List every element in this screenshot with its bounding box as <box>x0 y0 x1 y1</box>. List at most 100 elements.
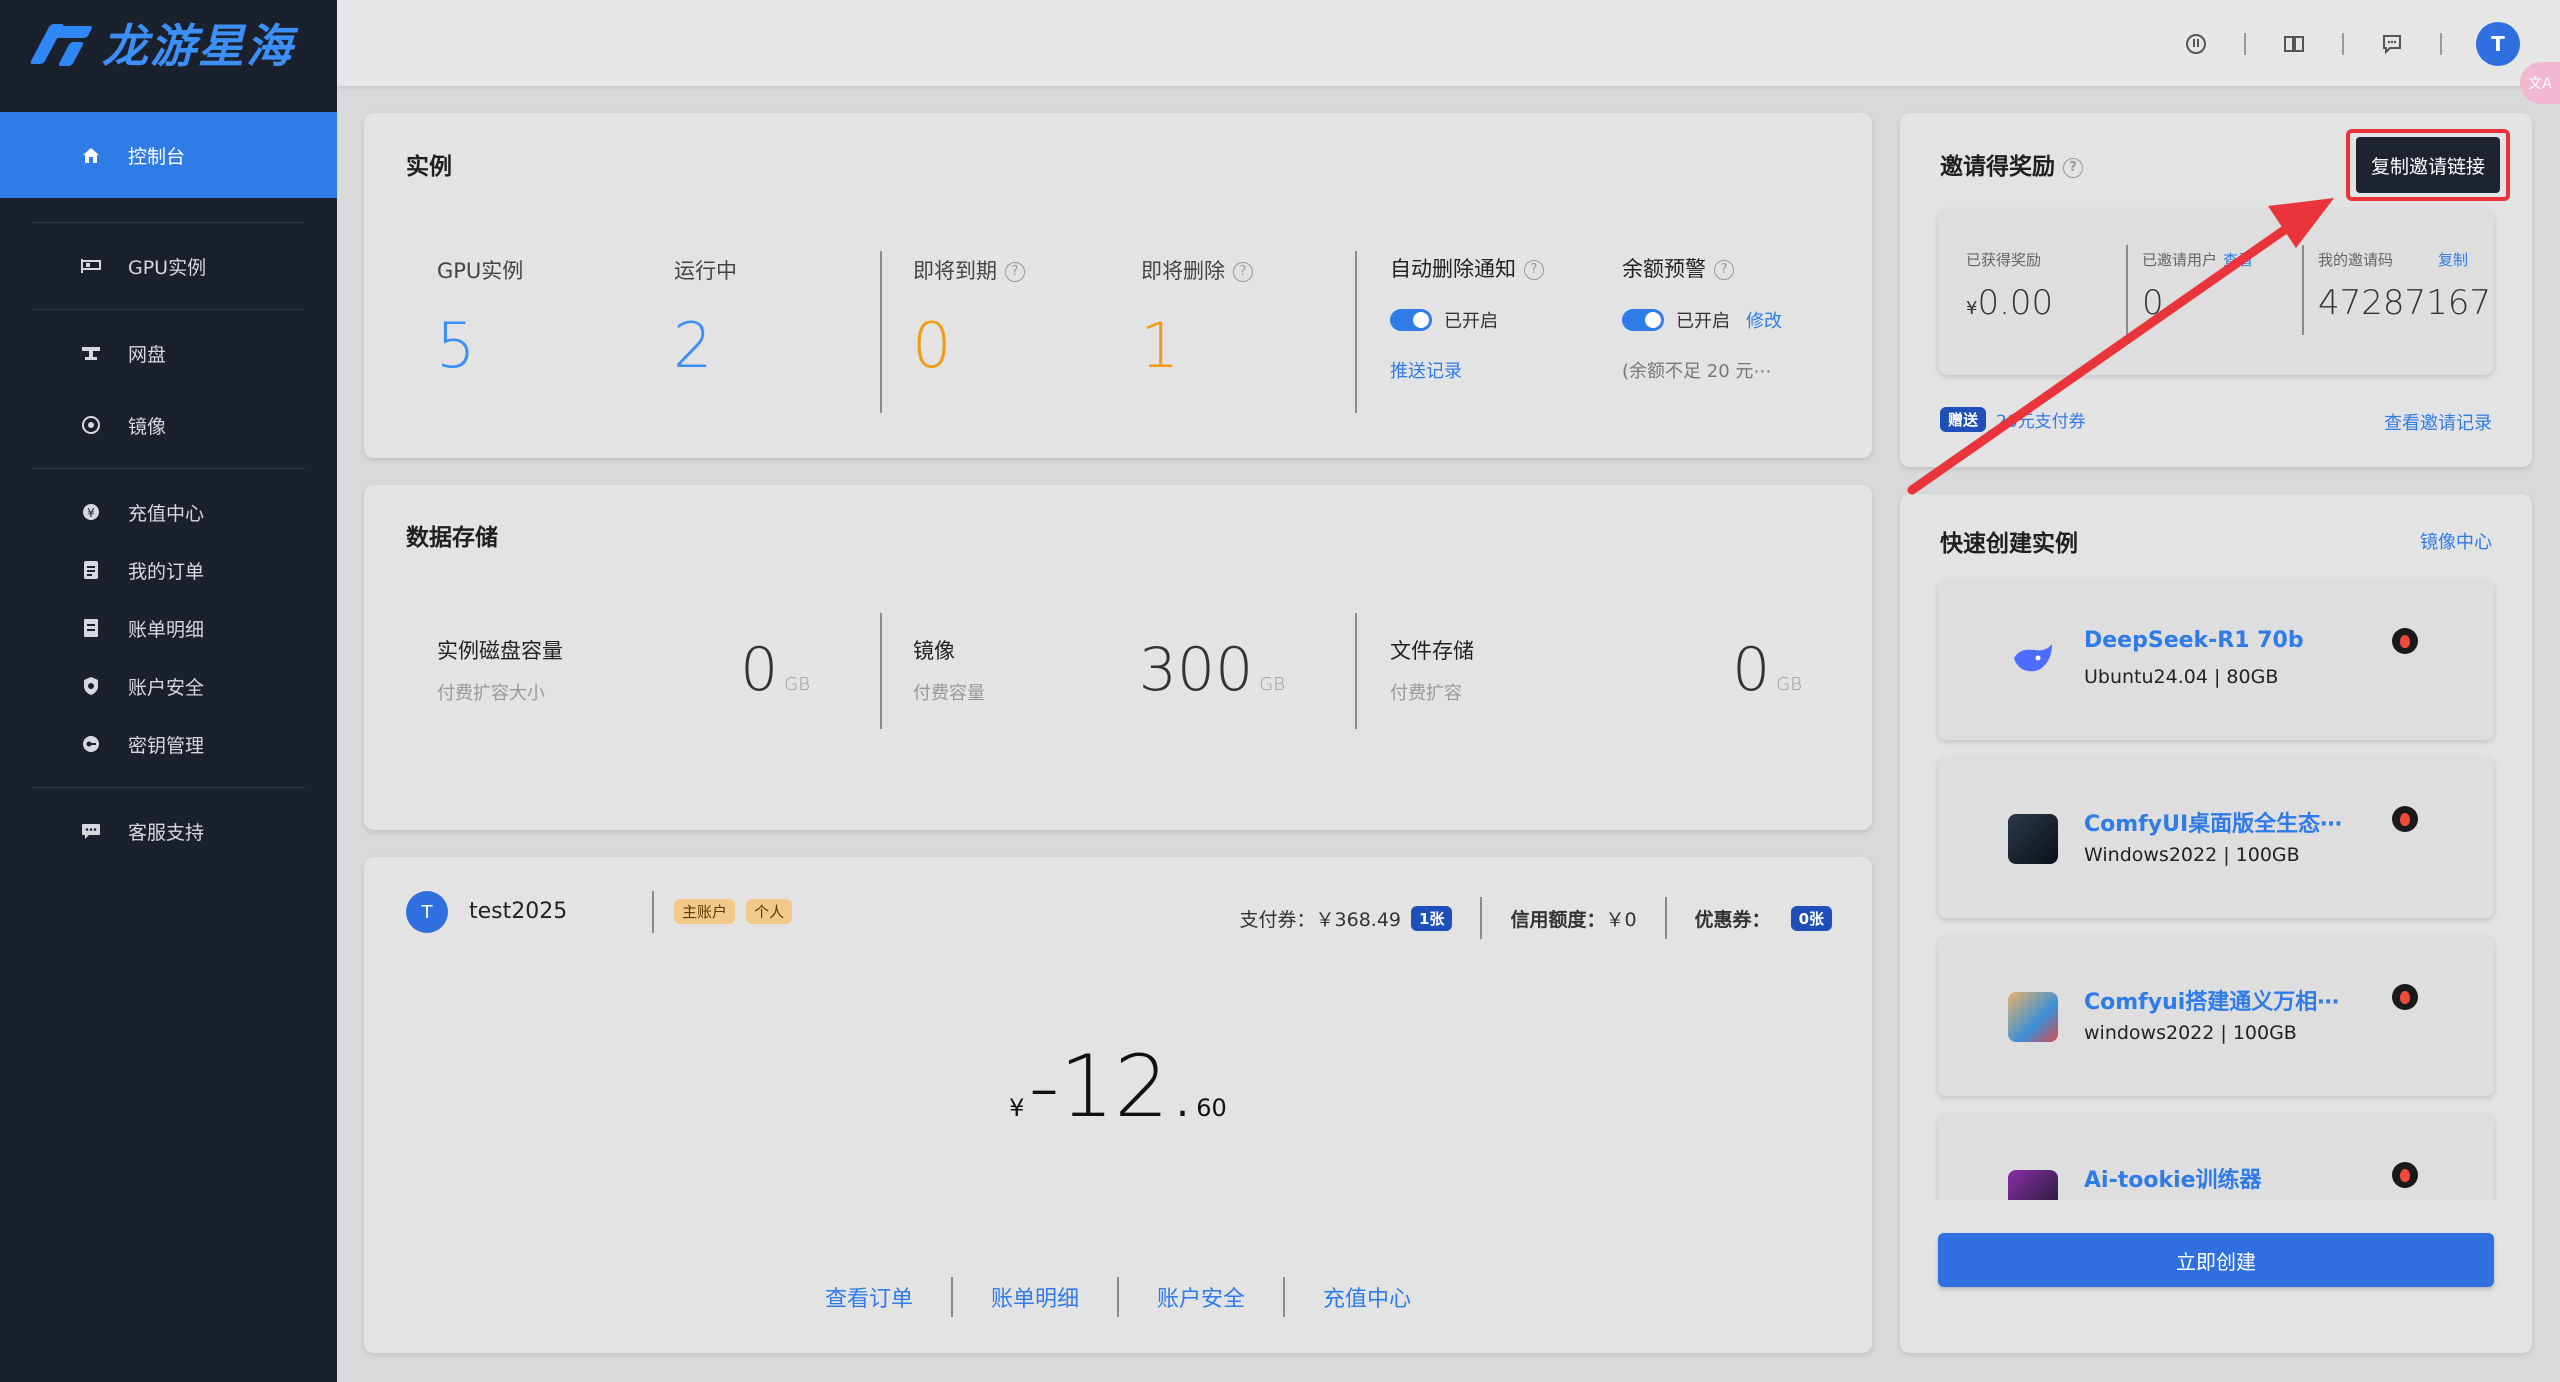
header-divider <box>2342 33 2344 55</box>
invite-code-label: 我的邀请码 <box>2318 251 2394 269</box>
storage-divider <box>1355 613 1357 729</box>
balance-warn-toggle[interactable] <box>1622 309 1664 331</box>
sidebar-item-support[interactable]: 客服支持 <box>0 788 337 874</box>
storage-card: 数据存储 实例磁盘容量 付费扩容大小 0 GB 镜像 付费容量 300 GB 文件存… <box>364 485 1872 830</box>
gpu-instances-label: GPU实例 <box>437 259 524 283</box>
discount-label: 优惠券： <box>1694 908 1771 931</box>
gift-text: 20元支付券 <box>1996 412 2086 432</box>
user-avatar[interactable]: T <box>2476 22 2520 66</box>
view-orders-link[interactable]: 查看订单 <box>787 1281 951 1313</box>
translate-icon[interactable]: 文A <box>2520 62 2560 104</box>
mirror-center-link[interactable]: 镜像中心 <box>2420 528 2492 554</box>
gpu-instances-value[interactable]: 5 <box>436 309 475 382</box>
top-header: T <box>337 0 2560 86</box>
account-assets: 支付券： ￥368.49 1张 信用额度： ￥0 优惠券： 0张 <box>1239 897 1832 939</box>
logo-icon <box>29 18 94 68</box>
credit-value: ￥0 <box>1605 908 1637 931</box>
balance-note: (余额不足 20 元⋯ <box>1622 361 1772 382</box>
discount-count-badge[interactable]: 0张 <box>1790 905 1832 931</box>
help-icon[interactable] <box>2182 30 2210 58</box>
auto-delete-label: 自动删除通知? <box>1390 253 1544 283</box>
quick-create-item[interactable]: ComfyUI桌面版全生态⋯ Windows2022 | 100GB <box>1938 758 2494 918</box>
account-card: T test2025 主账户 个人 支付券： ￥368.49 1张 信用额度： … <box>364 857 1872 1353</box>
question-icon[interactable]: ? <box>1524 260 1544 280</box>
reward-label: 已获得奖励 <box>1966 251 2042 269</box>
bill-details-link[interactable]: 账单明细 <box>953 1281 1117 1313</box>
invite-title: 邀请得奖励? <box>1940 147 2083 181</box>
sidebar-item-keys[interactable]: 密钥管理 <box>0 701 337 787</box>
account-divider <box>652 891 654 933</box>
instances-card: 实例 GPU实例 5 运行中 2 即将到期? 0 即将删除? 1 自动删除通知?… <box>364 113 1872 458</box>
sidebar-item-image[interactable]: 镜像 <box>0 382 337 468</box>
modify-link[interactable]: 修改 <box>1746 307 1782 333</box>
recharge-icon: ¥ <box>80 501 102 523</box>
deepseek-icon <box>2014 644 2052 672</box>
running-label: 运行中 <box>674 259 737 283</box>
gift-row: 赠送 20元支付券 <box>1940 407 2086 432</box>
invite-record-link[interactable]: 查看邀请记录 <box>2384 409 2492 435</box>
book-icon[interactable] <box>2280 30 2308 58</box>
bill-icon <box>80 617 102 639</box>
personal-badge: 个人 <box>746 899 793 924</box>
file-storage-sub: 付费扩容 <box>1390 683 1462 704</box>
invited-value: 0 <box>2142 283 2164 323</box>
expiring-value[interactable]: 0 <box>912 309 951 382</box>
fire-icon <box>2392 806 2418 832</box>
question-icon[interactable]: ? <box>1714 260 1734 280</box>
question-icon[interactable]: ? <box>1005 262 1025 282</box>
account-avatar: T <box>406 891 448 933</box>
asset-divider <box>1664 897 1667 939</box>
reward-value: ¥0.00 <box>1966 283 2054 323</box>
copy-code-link[interactable]: 复制 <box>2438 249 2468 270</box>
sidebar-item-console[interactable]: 控制台 <box>0 112 337 198</box>
question-icon[interactable]: ? <box>1233 262 1253 282</box>
file-storage-value: 0 GB <box>1732 635 1802 705</box>
balance-warn-label: 余额预警? <box>1622 253 1734 283</box>
quick-create-item[interactable]: Comfyui搭建通义万相⋯ windows2022 | 100GB <box>1938 936 2494 1096</box>
invite-stats-box: 已获得奖励 ¥0.00 已邀请用户 查看 0 我的邀请码 复制 47287167 <box>1938 209 2494 375</box>
coupon-label: 支付券： <box>1239 908 1316 931</box>
account-links: 查看订单 账单明细 账户安全 充值中心 <box>364 1277 1872 1317</box>
sidebar-item-gpu[interactable]: GPU实例 <box>0 223 337 309</box>
coupon-value: ￥368.49 <box>1315 908 1401 931</box>
comfyui-thumbnail <box>2008 814 2058 864</box>
order-icon <box>80 559 102 581</box>
invite-code-value: 47287167 <box>2318 283 2492 323</box>
deleting-value[interactable]: 1 <box>1140 309 1179 382</box>
invite-divider <box>2126 245 2128 335</box>
header-divider <box>2440 33 2442 55</box>
account-security-link[interactable]: 账户安全 <box>1119 1281 1283 1313</box>
expiring-label: 即将到期? <box>913 255 1025 285</box>
quick-create-item[interactable]: Ai-tookie训练器 <box>1938 1114 2494 1200</box>
create-now-button[interactable]: 立即创建 <box>1938 1233 2494 1287</box>
quick-create-item[interactable]: DeepSeek-R1 70b Ubuntu24.04 | 80GB <box>1938 580 2494 740</box>
recharge-center-link[interactable]: 充值中心 <box>1285 1281 1449 1313</box>
stat-divider <box>1355 251 1357 413</box>
key-icon <box>80 733 102 755</box>
logo-text: 龙游星海 <box>102 19 294 73</box>
stat-divider <box>880 251 882 413</box>
image-label: 镜像 <box>913 639 955 663</box>
auto-delete-toggle[interactable] <box>1390 309 1432 331</box>
comfyui-wan-thumbnail <box>2008 992 2058 1042</box>
running-value[interactable]: 2 <box>673 309 712 382</box>
push-record-link[interactable]: 推送记录 <box>1390 357 1462 383</box>
credit-label: 信用额度： <box>1510 908 1606 931</box>
account-username: test2025 <box>469 899 568 924</box>
sidebar: 龙游星海 控制台 GPU实例 网盘 镜像 ¥ 充值中心 我的订单 账单明细 账户… <box>0 0 337 1382</box>
header-divider <box>2244 33 2246 55</box>
invite-divider <box>2302 245 2304 335</box>
disk-capacity-sub: 付费扩容大小 <box>437 683 545 704</box>
disk-capacity-value: 0 GB <box>740 635 810 705</box>
asset-divider <box>1480 897 1483 939</box>
shield-icon <box>80 675 102 697</box>
ai-toolkit-thumbnail <box>2008 1170 2058 1200</box>
chat-icon <box>80 820 102 842</box>
copy-invite-link-button[interactable]: 复制邀请链接 <box>2356 137 2500 193</box>
question-icon[interactable]: ? <box>2063 157 2083 178</box>
fire-icon <box>2392 628 2418 654</box>
brand-logo[interactable]: 龙游星海 <box>0 0 337 86</box>
svg-text:¥: ¥ <box>87 506 95 520</box>
message-icon[interactable] <box>2378 30 2406 58</box>
coupon-count-badge[interactable]: 1张 <box>1411 905 1453 931</box>
